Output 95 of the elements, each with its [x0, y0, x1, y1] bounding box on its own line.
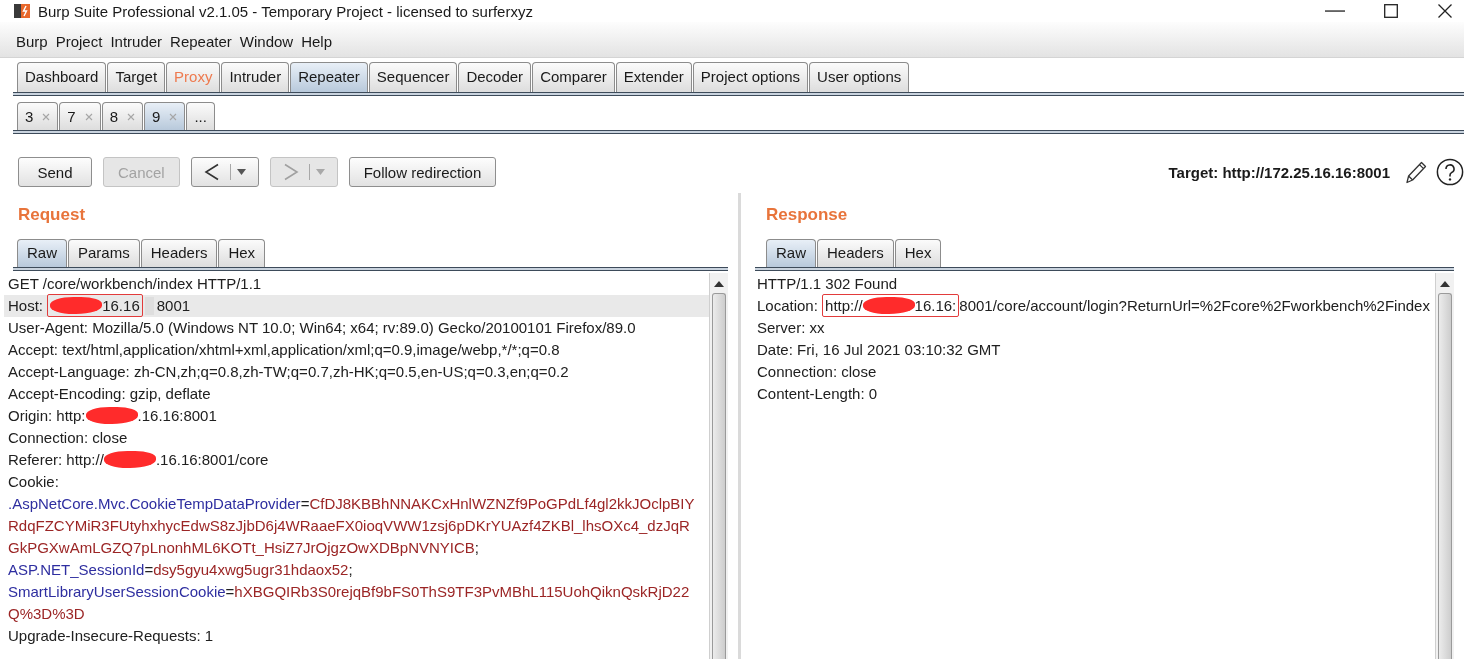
tab[interactable]: Intruder — [221, 62, 290, 92]
raw-text: 8001/core/account/login?ReturnUrl=%2Fcore%2Fworkbench%2Findex — [959, 297, 1430, 314]
raw-text: .16.16:8001/core — [155, 451, 269, 468]
tab[interactable]: Comparer — [532, 62, 615, 92]
menu-item[interactable]: Intruder — [110, 33, 163, 50]
minimize-icon[interactable] — [1325, 9, 1345, 13]
tab[interactable]: Sequencer — [368, 62, 458, 92]
tab[interactable]: Headers — [817, 239, 894, 267]
raw-text: 16.16: — [914, 297, 957, 314]
panel-title: Response — [765, 204, 849, 226]
menu-item[interactable]: Window — [239, 33, 294, 50]
redaction-mark — [85, 407, 138, 424]
tab[interactable]: Raw — [17, 239, 67, 267]
window-title: Burp Suite Professional v2.1.05 - Temporary Project - licensed to surferxyz — [38, 2, 533, 20]
tab[interactable]: Params — [68, 239, 140, 267]
raw-text: Server: xx — [757, 319, 825, 336]
tab[interactable]: Extender — [615, 62, 692, 92]
raw-text: Host: — [8, 297, 44, 314]
tab[interactable]: Headers — [140, 239, 218, 267]
cookie-value: Q%3D%3D — [8, 605, 85, 622]
raw-text: http:// — [825, 297, 863, 314]
raw-text: = — [225, 583, 235, 600]
maximize-icon[interactable] — [1384, 4, 1398, 18]
raw-text: Accept-Language: zh-CN,zh;q=0.8,zh-TW;q=0.7,zh-HK;q=0.5,en-US;q=0.3,en;q=0.2 — [8, 363, 569, 380]
scrollbar-thumb[interactable] — [1438, 293, 1452, 659]
cookie-value: GkPGXwAmLGZQ7pLnonhML6KOTt_HsiZ7JrOjgzOwXDBpNVNYICB — [8, 539, 475, 556]
tab[interactable]: 8 — [101, 102, 144, 130]
scrollbar-thumb[interactable] — [712, 293, 726, 659]
app-logo-icon — [14, 3, 30, 19]
toolbar-button[interactable]: Follow redirection — [348, 157, 497, 187]
raw-text: = — [300, 495, 310, 512]
redaction-mark — [862, 297, 915, 314]
raw-text: = — [144, 561, 154, 578]
cookie-value: CfDJ8KBBhNNAKCxHnlWZNZf9PoGPdLf4gl2kkJOclpBIY — [309, 495, 695, 512]
raw-text: Referer: http:// — [8, 451, 104, 468]
raw-text: ; — [474, 539, 479, 556]
raw-text: Upgrade-Insecure-Requests: 1 — [8, 627, 214, 644]
close-icon[interactable] — [1438, 4, 1452, 18]
target-label: Target: http://172.25.16.16:8001 — [1168, 163, 1390, 181]
raw-text: Connection: close — [8, 429, 128, 446]
up-arrow-icon[interactable] — [1440, 281, 1450, 287]
text-editor[interactable] — [4, 273, 728, 659]
tab[interactable]: User options — [809, 62, 910, 92]
up-arrow-icon[interactable] — [714, 281, 724, 287]
cookie-value: RdqFZCYMiR3FUtyhxhycEdwS8zJjbD6j4WRaaeFX0ioqVWW1zsj6pDKrYUAzf4ZKBl_lhsOXc4_dzJqR — [8, 517, 690, 534]
back-button[interactable] — [190, 157, 259, 187]
raw-text: Accept: text/html,application/xhtml+xml,application/xml;q=0.9,image/webp,*/*;q=0.8 — [8, 341, 560, 358]
vertical-scrollbar[interactable] — [709, 273, 728, 659]
raw-text: Cookie: — [8, 473, 59, 490]
tab[interactable]: Project options — [692, 62, 809, 92]
menu-item[interactable]: Repeater — [170, 33, 232, 50]
redaction-mark — [50, 297, 103, 314]
caret-down-icon — [315, 169, 325, 175]
tab[interactable]: Repeater — [290, 62, 368, 92]
chevron-left-icon — [203, 163, 220, 181]
cookie-name: SmartLibraryUserSessionCookie — [8, 583, 226, 600]
raw-text: Date: Fri, 16 Jul 2021 03:10:32 GMT — [757, 341, 1001, 358]
tab[interactable]: Dashboard — [17, 62, 107, 92]
redaction-mark — [103, 451, 156, 468]
cookie-value: dsy5gyu4xwg5ugr31hdaox52 — [153, 561, 349, 578]
raw-text: User-Agent: Mozilla/5.0 (Windows NT 10.0; Win64; x64; rv:89.0) Gecko/20100101 Firefox/89.0 — [8, 319, 636, 336]
raw-text: .16.16:8001 — [137, 407, 217, 424]
toolbar-button[interactable]: Send — [18, 157, 92, 187]
tab[interactable]: 3 — [17, 102, 59, 130]
raw-text: ; — [348, 561, 353, 578]
raw-text: Connection: close — [757, 363, 877, 380]
help-icon[interactable] — [1436, 158, 1464, 186]
panel-title: Request — [17, 204, 87, 226]
raw-text: GET /core/workbench/index HTTP/1.1 — [8, 275, 262, 292]
tab[interactable]: Raw — [766, 239, 816, 267]
raw-text: HTTP/1.1 302 Found — [757, 275, 898, 292]
tab[interactable]: 7 — [59, 102, 101, 130]
tab[interactable]: ... — [186, 102, 215, 130]
tab[interactable]: Hex — [894, 239, 942, 267]
cookie-name: .AspNetCore.Mvc.CookieTempDataProvider — [8, 495, 301, 512]
menu-item[interactable]: Project — [55, 33, 103, 50]
raw-text: 8001 — [156, 297, 191, 314]
raw-text: Origin: http: — [8, 407, 86, 424]
blur-mark — [144, 297, 154, 315]
raw-text: Location: — [757, 297, 819, 314]
caret-down-icon — [236, 169, 246, 175]
raw-text: 16.16 — [102, 297, 140, 314]
vertical-scrollbar[interactable] — [1435, 273, 1454, 659]
raw-text: Accept-Encoding: gzip, deflate — [8, 385, 211, 402]
tab[interactable]: Target — [107, 62, 166, 92]
cookie-value: hXBGQIRb3S0rejqBf9bFS0ThS9TF3PvMBhL115UohQiknQskRjD22 — [234, 583, 690, 600]
chevron-right-icon — [282, 163, 299, 181]
menu-item[interactable]: Help — [301, 33, 332, 50]
tab[interactable]: Decoder — [458, 62, 532, 92]
pencil-icon[interactable] — [1404, 159, 1428, 185]
tab[interactable]: 9 — [144, 102, 186, 130]
tab[interactable]: Hex — [218, 239, 266, 267]
raw-text: Content-Length: 0 — [757, 385, 878, 402]
cookie-name: ASP.NET_SessionId — [8, 561, 145, 578]
menu-item[interactable]: Burp — [16, 33, 48, 50]
